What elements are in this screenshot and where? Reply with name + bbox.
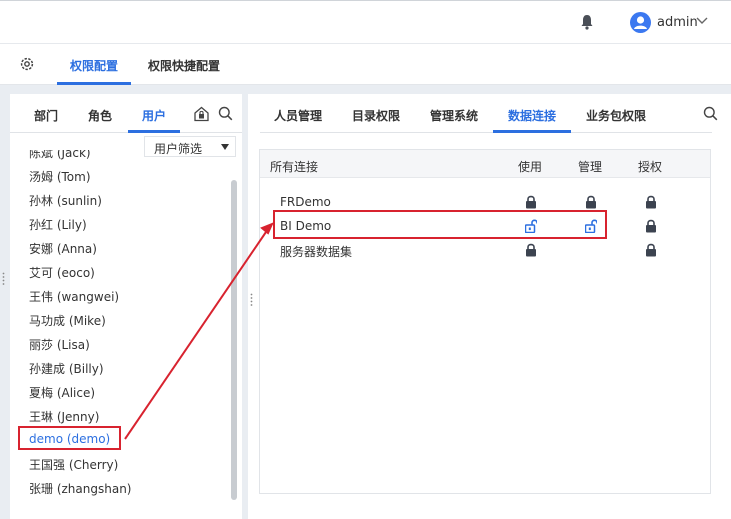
table-row: 服务器数据集 [260,238,710,262]
left-tab-bar: 部门 角色 用户 [10,94,242,133]
connection-name: 服务器数据集 [280,245,353,259]
tab-data-connection[interactable]: 数据连接 [508,107,556,124]
active-tab-indicator [57,82,131,85]
right-panel: 人员管理 目录权限 管理系统 数据连接 业务包权限 所有连接 使用 管理 授权 … [248,94,731,519]
active-tab-indicator [128,130,180,133]
annotation-highlight-row [273,210,607,239]
search-icon[interactable] [703,106,718,121]
tab-permission-quick-config[interactable]: 权限快捷配置 [148,57,220,74]
tab-role[interactable]: 角色 [88,107,112,124]
lock-icon[interactable] [645,243,657,257]
tab-permission-config[interactable]: 权限配置 [70,57,118,74]
tab-business-package-permission[interactable]: 业务包权限 [586,107,646,124]
person-icon [634,16,647,29]
tab-system-management[interactable]: 管理系统 [430,107,478,124]
list-item[interactable]: 孙红 (Lily) [29,216,87,233]
notification-bell-icon[interactable] [580,14,594,30]
list-item[interactable]: 王国强 (Cherry) [29,456,118,473]
column-header-use: 使用 [518,160,543,174]
list-item[interactable]: 陈斌 (Jack) [29,150,91,161]
user-avatar[interactable] [630,12,651,33]
caret-down-icon [221,144,229,150]
table-header: 所有连接 使用 管理 授权 [260,150,710,178]
list-item[interactable]: 张珊 (zhangshan) [29,480,131,497]
tab-directory-permission[interactable]: 目录权限 [352,107,400,124]
list-item[interactable]: 王伟 (wangwei) [29,288,119,305]
column-header-grant: 授权 [638,160,663,174]
lock-icon[interactable] [585,195,597,209]
lock-icon[interactable] [645,219,657,233]
list-item[interactable]: 丽莎 (Lisa) [29,336,90,353]
right-tab-bar: 人员管理 目录权限 管理系统 数据连接 业务包权限 [260,94,718,133]
list-item[interactable]: 王琳 (Jenny) [29,408,99,425]
user-filter-label: 用户筛选 [154,142,203,156]
annotation-highlight-user [18,426,121,450]
list-item[interactable]: 艾可 (eoco) [29,264,95,281]
column-header-all-connections: 所有连接 [270,160,319,174]
active-tab-indicator [493,130,571,133]
user-name[interactable]: admin [657,15,698,30]
tab-personnel-management[interactable]: 人员管理 [274,107,322,124]
gear-icon[interactable] [19,56,35,72]
user-filter-dropdown[interactable]: 用户筛选 [144,136,236,157]
tab-user[interactable]: 用户 [142,107,166,124]
list-item[interactable]: 夏梅 (Alice) [29,384,95,401]
chevron-down-icon[interactable] [696,17,708,25]
tab-department[interactable]: 部门 [34,107,58,124]
list-item[interactable]: 孙林 (sunlin) [29,192,102,209]
list-item[interactable]: 马功成 (Mike) [29,312,106,329]
lock-icon[interactable] [525,195,537,209]
left-panel: 部门 角色 用户 陈斌 (Jack) 汤姆 (Tom) 孙林 (sunlin) … [10,94,242,519]
drag-handle-icon[interactable] [2,272,5,286]
list-item[interactable]: 孙建成 (Billy) [29,360,104,377]
scrollbar[interactable] [231,180,237,500]
batch-permission-icon[interactable] [193,105,210,122]
column-header-manage: 管理 [578,160,603,174]
lock-icon[interactable] [645,195,657,209]
search-icon[interactable] [218,106,233,121]
connection-name: FRDemo [280,195,331,209]
permission-table: 所有连接 使用 管理 授权 FRDemo BI Demo 服务器数据集 [259,149,711,494]
lock-icon[interactable] [525,243,537,257]
main-tab-bar: 权限配置 权限快捷配置 [0,44,731,85]
top-bar: admin [0,0,731,44]
list-item[interactable]: 汤姆 (Tom) [29,168,91,185]
list-item[interactable]: 安娜 (Anna) [29,240,97,257]
drag-handle-icon[interactable] [250,293,253,307]
